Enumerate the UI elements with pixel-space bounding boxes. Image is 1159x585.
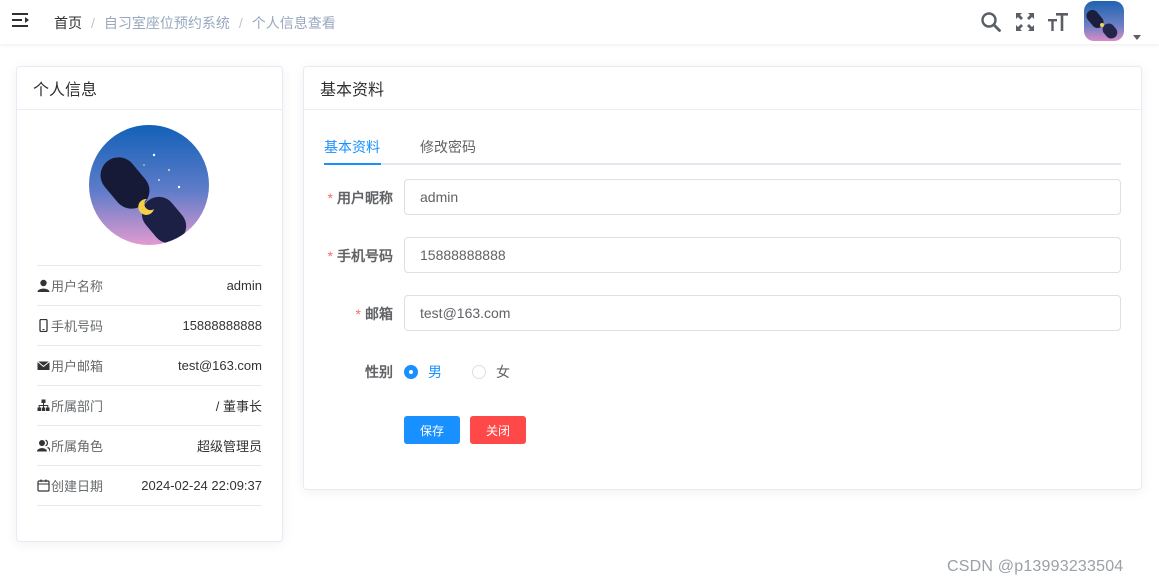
save-button[interactable]: 保存 [404, 416, 460, 444]
radio-checked-icon [404, 365, 418, 379]
nickname-form-item: * 用户昵称 [304, 179, 1143, 215]
row-label: 用户邮箱 [51, 359, 104, 374]
profile-card: 个人信息 用户名称 admin 手机号码 15888888888 用户邮箱 te… [16, 66, 283, 542]
breadcrumb: 首页 / 自习室座位预约系统 / 个人信息查看 [54, 13, 336, 33]
row-label: 所属部门 [51, 399, 104, 414]
profile-avatar[interactable] [89, 125, 209, 245]
list-item: 创建日期 2024-02-24 22:09:37 [37, 466, 262, 506]
navbar: 首页 / 自习室座位预约系统 / 个人信息查看 [0, 0, 1159, 44]
gender-label: 性别 [365, 364, 393, 380]
list-item: 用户名称 admin [37, 266, 262, 306]
breadcrumb-separator: / [238, 15, 243, 31]
email-form-item: * 邮箱 [304, 295, 1143, 331]
gender-radio-male[interactable]: 男 [404, 362, 442, 382]
row-value: 15888888888 [182, 318, 262, 333]
basic-info-card-title: 基本资料 [304, 67, 1141, 110]
nickname-input[interactable] [404, 179, 1121, 215]
tab-basic-info[interactable]: 基本资料 [324, 137, 380, 157]
tree-icon [37, 399, 50, 411]
date-icon [37, 479, 50, 492]
profile-tabs: 基本资料 修改密码 [324, 129, 1121, 165]
phone-form-item: * 手机号码 [304, 237, 1143, 273]
profile-card-title: 个人信息 [17, 67, 282, 110]
list-item: 用户邮箱 test@163.com [37, 346, 262, 386]
basic-info-card: 基本资料 基本资料 修改密码 *用户昵称 *手机号码 *邮箱 性别 男 女 保存… [303, 66, 1142, 490]
gender-radio-group: 男 女 [404, 362, 540, 382]
row-label: 创建日期 [51, 479, 104, 494]
peoples-icon [37, 439, 50, 452]
email-input[interactable] [404, 295, 1121, 331]
row-label: 手机号码 [51, 319, 104, 334]
row-value: 2024-02-24 22:09:37 [141, 478, 262, 493]
watermark: CSDN @p13993233504 [947, 558, 1124, 575]
email-label: * 邮箱 [355, 306, 393, 322]
user-icon [37, 279, 50, 292]
tab-active-indicator [324, 163, 381, 165]
user-avatar[interactable] [1084, 1, 1124, 41]
close-button[interactable]: 关闭 [470, 416, 526, 444]
row-label: 用户名称 [51, 279, 104, 294]
list-item: 所属部门 / 董事长 [37, 386, 262, 426]
text-size-icon[interactable] [1047, 11, 1069, 33]
caret-down-icon[interactable] [1133, 28, 1141, 40]
radio-unchecked-icon [472, 365, 486, 379]
list-item: 所属角色 超级管理员 [37, 426, 262, 466]
profile-info-list: 用户名称 admin 手机号码 15888888888 用户邮箱 test@16… [37, 265, 262, 506]
tab-change-password[interactable]: 修改密码 [420, 137, 476, 157]
gender-radio-female[interactable]: 女 [472, 362, 510, 382]
row-value: test@163.com [177, 358, 262, 373]
phone-input[interactable] [404, 237, 1121, 273]
breadcrumb-current: 个人信息查看 [251, 15, 336, 31]
nickname-label: * 用户昵称 [327, 190, 393, 206]
list-item: 手机号码 15888888888 [37, 306, 262, 346]
row-value: admin [226, 278, 262, 293]
row-value: 超级管理员 [196, 439, 262, 454]
mail-icon [37, 361, 50, 370]
hamburger-icon[interactable] [12, 12, 30, 28]
breadcrumb-home[interactable]: 首页 [54, 13, 82, 33]
gender-form-item: 性别 男 女 [304, 353, 1143, 389]
fullscreen-icon[interactable] [1014, 11, 1036, 33]
breadcrumb-separator: / [91, 15, 95, 31]
phone-label: * 手机号码 [327, 248, 393, 264]
row-label: 所属角色 [51, 439, 104, 454]
search-icon[interactable] [980, 11, 1002, 33]
phone-icon [39, 319, 48, 332]
row-value: / 董事长 [215, 399, 262, 414]
breadcrumb-system: 自习室座位预约系统 [103, 15, 230, 31]
